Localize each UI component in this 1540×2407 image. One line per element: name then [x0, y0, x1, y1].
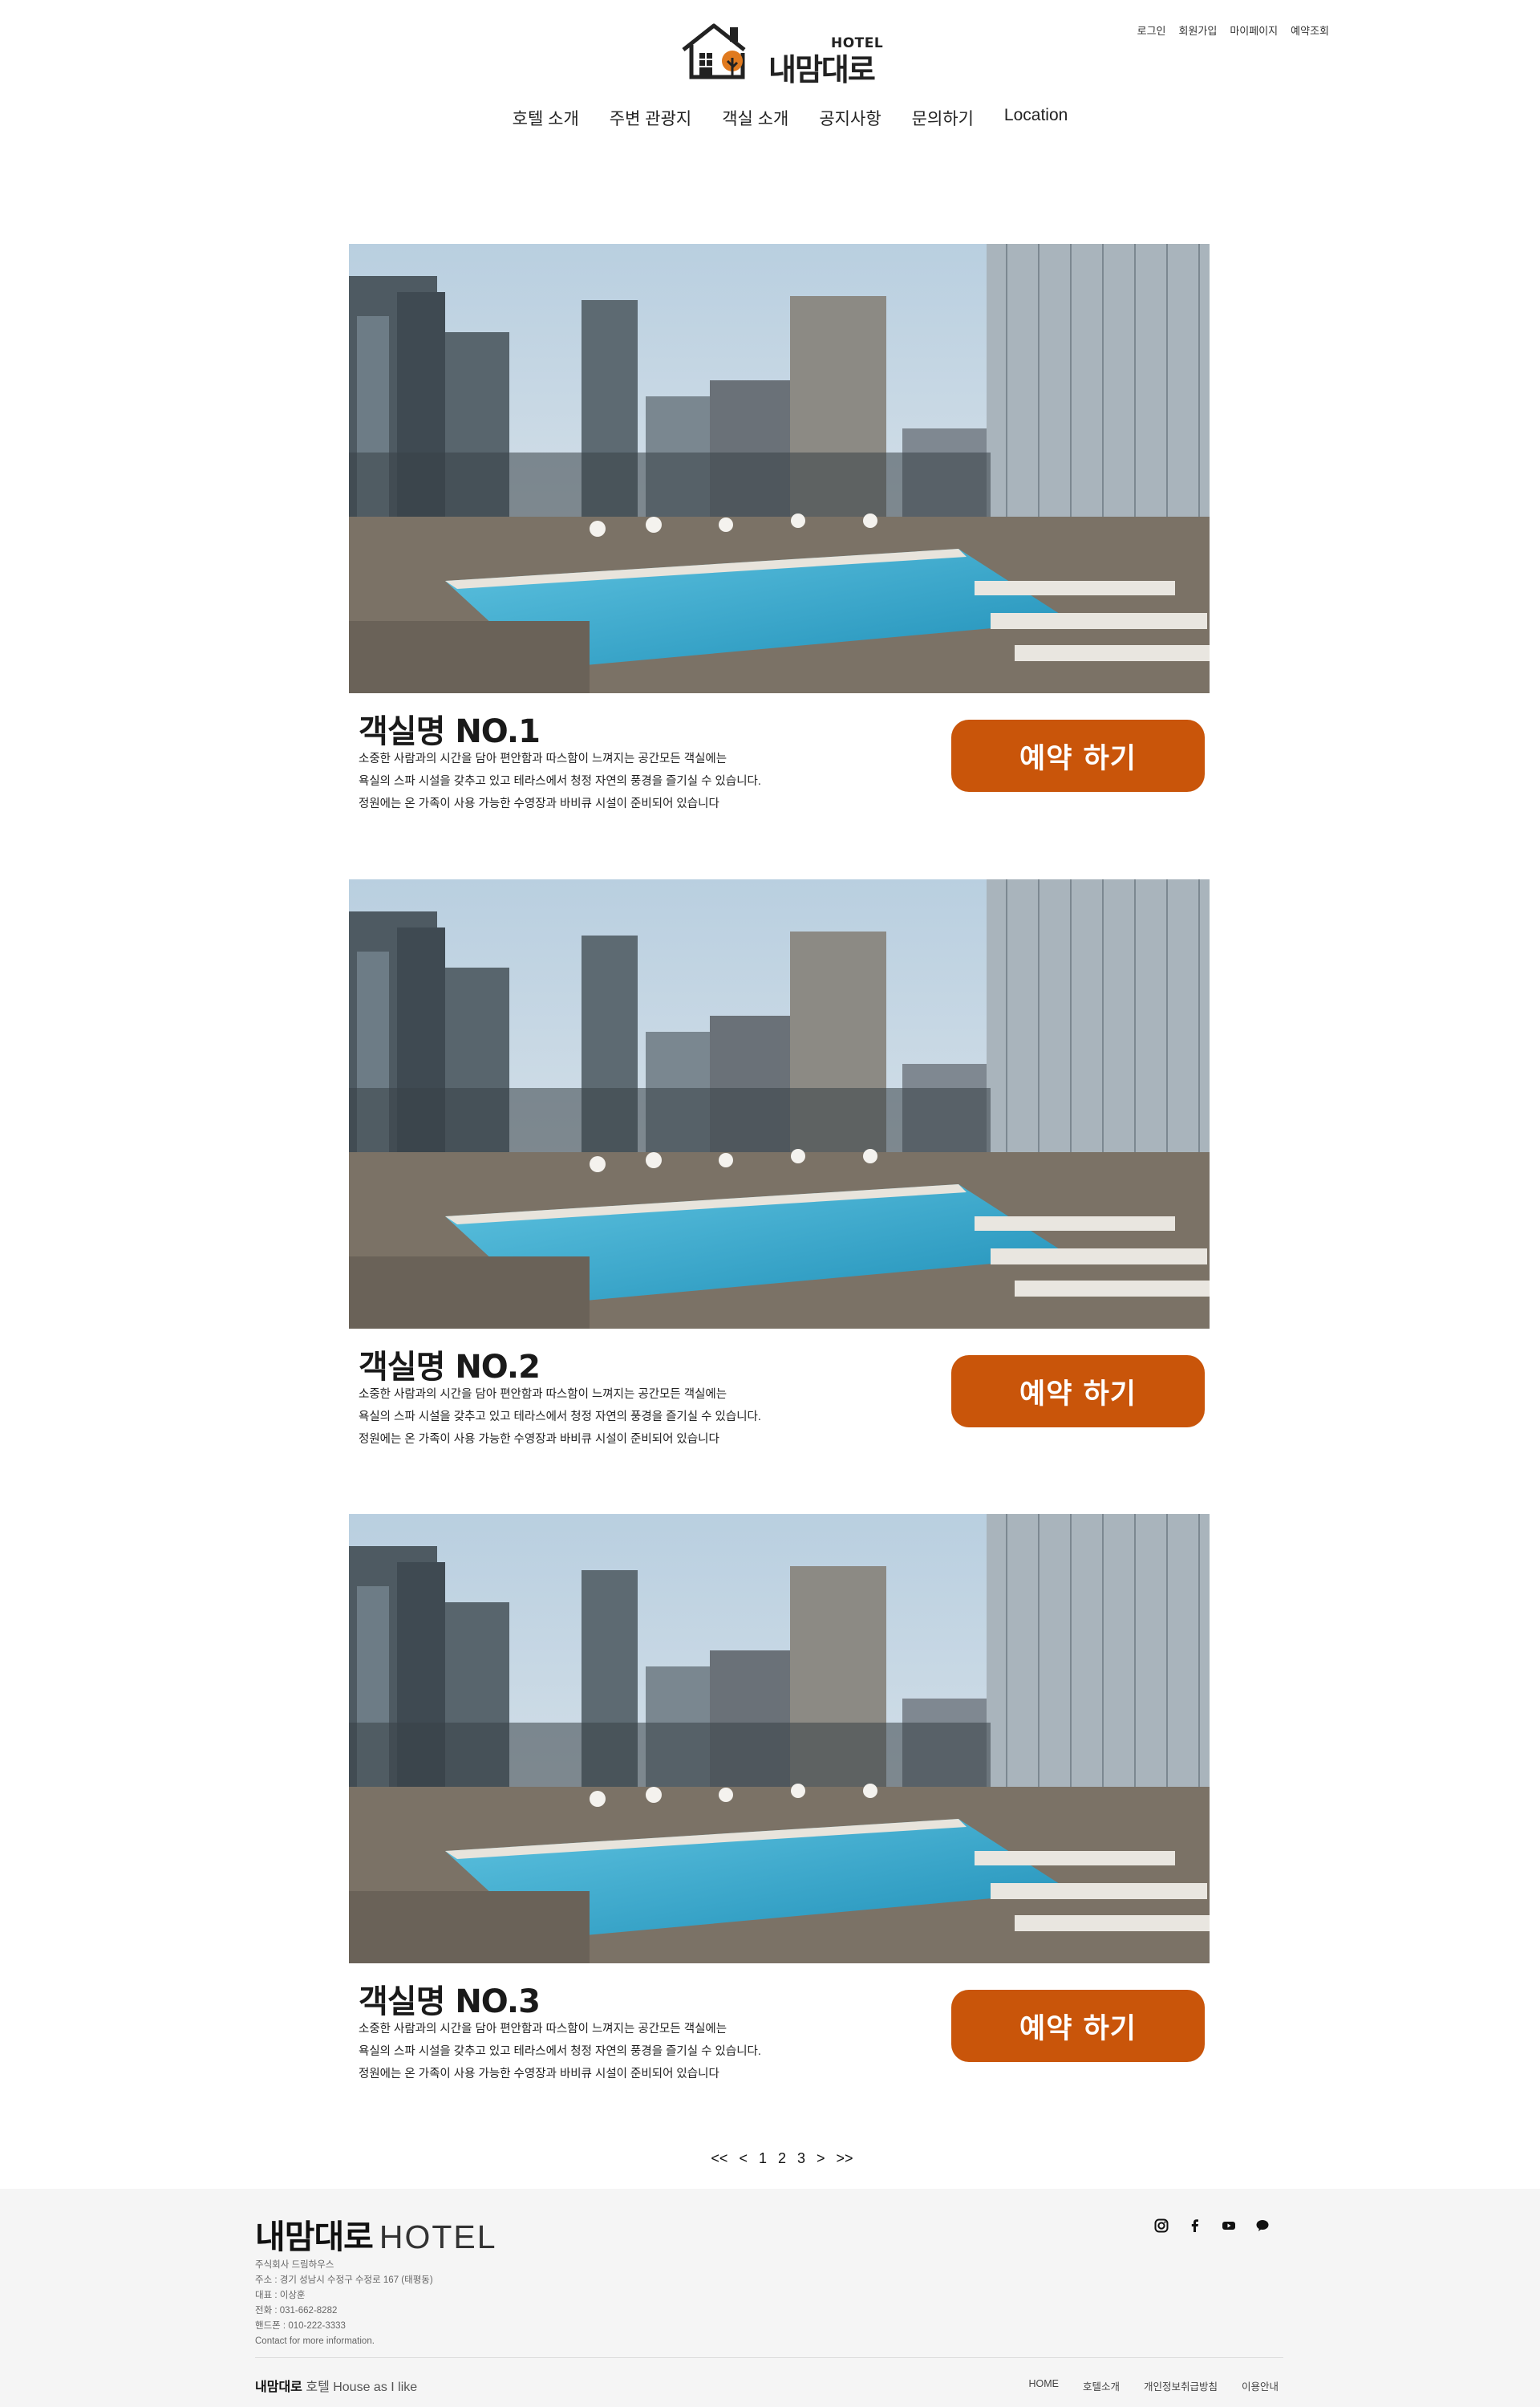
footer-link-guide[interactable]: 이용안내 [1242, 2378, 1279, 2393]
site-logo[interactable]: HOTEL 내맘대로 [680, 21, 883, 87]
page-3[interactable]: 3 [797, 2150, 805, 2167]
company-info-line: Contact for more information. [255, 2336, 375, 2346]
footer-link-privacy[interactable]: 개인정보취급방침 [1144, 2378, 1218, 2393]
nav-hotel-intro[interactable]: 호텔 소개 [513, 106, 579, 130]
company-info-line: 전화 : 031-662-8282 [255, 2306, 338, 2316]
page-prev[interactable]: < [739, 2150, 748, 2167]
mypage-link[interactable]: 마이페이지 [1230, 22, 1278, 38]
footer: 내맘대로 HOTEL 주식회사 드림하우스 주소 : 경기 성남시 수정구 수정로… [0, 2189, 1540, 2407]
room-photo [349, 879, 1210, 1329]
page-first[interactable]: << [711, 2150, 727, 2167]
room-description-line: 소중한 사람과의 시간을 담아 편안함과 따스함이 느껴지는 공간모든 객실에는 [359, 2023, 727, 2036]
signup-link[interactable]: 회원가입 [1179, 22, 1218, 38]
facebook-icon[interactable] [1187, 2218, 1203, 2234]
nav-contact[interactable]: 문의하기 [912, 106, 974, 130]
footer-logo: 내맘대로 HOTEL [255, 2210, 497, 2258]
youtube-icon[interactable] [1221, 2218, 1237, 2234]
room-description-line: 욕실의 스파 시설을 갖추고 있고 테라스에서 청정 자연의 풍경을 즐기실 수… [359, 1411, 761, 1423]
pagination: << < 1 2 3 > >> [0, 2150, 1540, 2167]
room-description-line: 욕실의 스파 시설을 갖추고 있고 테라스에서 청정 자연의 풍경을 즐기실 수… [359, 2045, 761, 2058]
room-photo [349, 1514, 1210, 1963]
reserve-button[interactable]: 예약 하기 [951, 1990, 1205, 2062]
room-description-line: 정원에는 온 가족이 사용 가능한 수영장과 바비큐 시설이 준비되어 있습니다 [359, 1433, 719, 1446]
reserve-button[interactable]: 예약 하기 [951, 720, 1205, 792]
reservation-lookup-link[interactable]: 예약조회 [1291, 22, 1329, 38]
room-photo [349, 244, 1210, 693]
footer-link-home[interactable]: HOME [1028, 2378, 1059, 2393]
footer-logo-bold: 내맘대로 [255, 2218, 374, 2256]
house-tree-icon [682, 23, 746, 79]
social-links [1153, 2218, 1270, 2234]
nav-location[interactable]: Location [1004, 106, 1068, 130]
page-last[interactable]: >> [837, 2150, 853, 2167]
nav-rooms[interactable]: 객실 소개 [722, 106, 788, 130]
nav-attractions[interactable]: 주변 관광지 [610, 106, 691, 130]
page-2[interactable]: 2 [778, 2150, 786, 2167]
nav-notice[interactable]: 공지사항 [819, 106, 881, 130]
company-info-line: 대표 : 이상훈 [255, 2291, 306, 2300]
room-description-line: 욕실의 스파 시설을 갖추고 있고 테라스에서 청정 자연의 풍경을 즐기실 수… [359, 775, 761, 788]
footer-slogan-bold: 내맘대로 [255, 2379, 302, 2394]
footer-slogan-rest: 호텔 House as I like [306, 2381, 418, 2394]
logo-name: 내맘대로 [768, 52, 876, 87]
utility-links: 로그인 회원가입 마이페이지 예약조회 [1137, 22, 1329, 38]
room-title: 객실명 NO.2 [359, 1349, 541, 1386]
login-link[interactable]: 로그인 [1137, 22, 1166, 38]
footer-divider [255, 2357, 1283, 2358]
room-title: 객실명 NO.3 [359, 1983, 541, 2020]
company-info-line: 주소 : 경기 성남시 수정구 수정로 167 (태평동) [255, 2275, 433, 2285]
room-description-line: 정원에는 온 가족이 사용 가능한 수영장과 바비큐 시설이 준비되어 있습니다 [359, 798, 719, 810]
room-description: 소중한 사람과의 시간을 담아 편안함과 따스함이 느껴지는 공간모든 객실에는… [359, 2018, 761, 2085]
room-description-line: 정원에는 온 가족이 사용 가능한 수영장과 바비큐 시설이 준비되어 있습니다 [359, 2068, 719, 2080]
instagram-icon[interactable] [1153, 2218, 1169, 2234]
company-info: 주식회사 드림하우스 주소 : 경기 성남시 수정구 수정로 167 (태평동)… [255, 2258, 433, 2349]
footer-slogan: 내맘대로 호텔 House as I like [255, 2376, 417, 2395]
kakaotalk-icon[interactable] [1254, 2218, 1270, 2234]
footer-link-hotel-intro[interactable]: 호텔소개 [1083, 2378, 1120, 2393]
company-info-line: 주식회사 드림하우스 [255, 2260, 334, 2270]
footer-links: HOME 호텔소개 개인정보취급방침 이용안내 [1028, 2378, 1279, 2393]
reserve-button[interactable]: 예약 하기 [951, 1355, 1205, 1427]
room-description-line: 소중한 사람과의 시간을 담아 편안함과 따스함이 느껴지는 공간모든 객실에는 [359, 1388, 727, 1401]
company-info-line: 핸드폰 : 010-222-3333 [255, 2321, 346, 2331]
footer-logo-light: HOTEL [379, 2218, 497, 2255]
room-card: 객실명 NO.1 소중한 사람과의 시간을 담아 편안함과 따스함이 느껴지는 … [349, 244, 1210, 810]
room-card: 객실명 NO.3 소중한 사람과의 시간을 담아 편안함과 따스함이 느껴지는 … [349, 1514, 1210, 2080]
room-title: 객실명 NO.1 [359, 713, 541, 750]
room-description: 소중한 사람과의 시간을 담아 편안함과 따스함이 느껴지는 공간모든 객실에는… [359, 748, 761, 815]
page-1[interactable]: 1 [759, 2150, 767, 2167]
room-description: 소중한 사람과의 시간을 담아 편안함과 따스함이 느껴지는 공간모든 객실에는… [359, 1383, 761, 1451]
main-nav: 호텔 소개 주변 관광지 객실 소개 공지사항 문의하기 Location [0, 106, 1540, 130]
room-description-line: 소중한 사람과의 시간을 담아 편안함과 따스함이 느껴지는 공간모든 객실에는 [359, 753, 727, 765]
room-card: 객실명 NO.2 소중한 사람과의 시간을 담아 편안함과 따스함이 느껴지는 … [349, 879, 1210, 1446]
page-next[interactable]: > [817, 2150, 825, 2167]
